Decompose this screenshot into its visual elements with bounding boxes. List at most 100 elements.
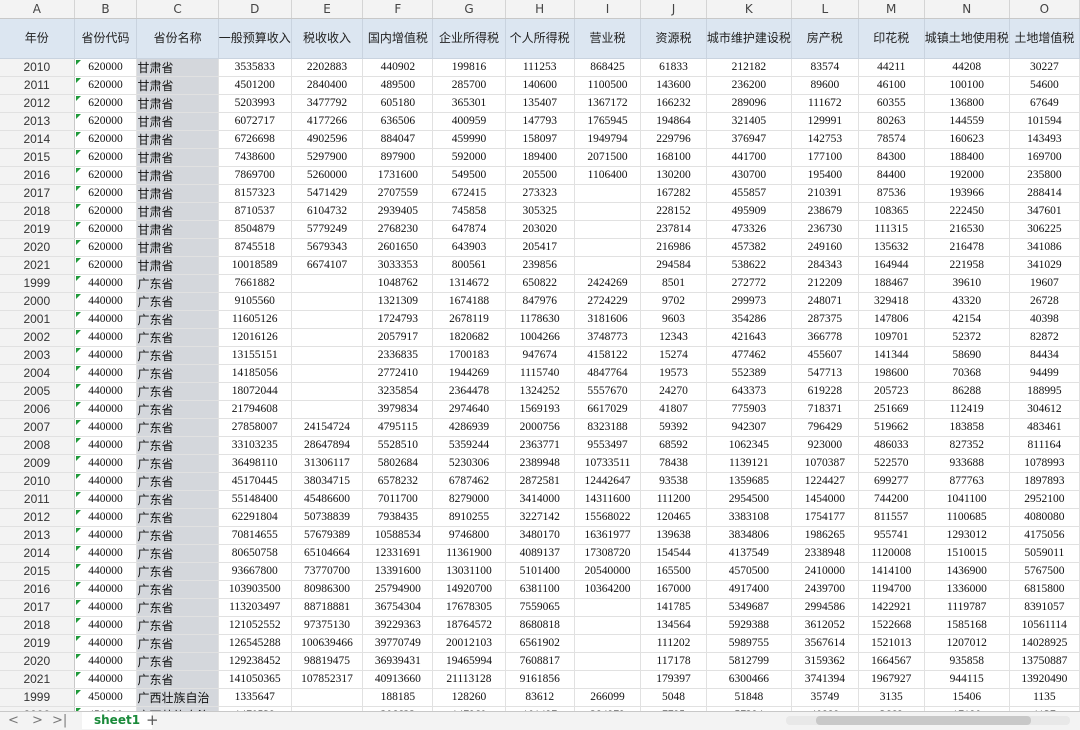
data-cell[interactable]: 14920700	[432, 580, 506, 599]
data-cell[interactable]: 1224427	[791, 472, 859, 491]
data-cell[interactable]: 65104664	[291, 544, 364, 563]
data-cell[interactable]: 4795115	[362, 418, 434, 437]
data-cell[interactable]: 9553497	[574, 436, 642, 455]
data-cell[interactable]: 192000	[924, 166, 1010, 185]
data-cell[interactable]: 620000	[74, 202, 138, 221]
data-cell[interactable]: 183858	[924, 418, 1010, 437]
column-letter-k[interactable]: K	[706, 0, 792, 19]
data-cell[interactable]: 2012	[0, 508, 75, 527]
data-cell[interactable]: 1436900	[924, 562, 1010, 581]
field-header-cell[interactable]: 税收收入	[291, 18, 364, 59]
data-cell[interactable]: 235800	[1009, 166, 1080, 185]
data-cell[interactable]: 5528510	[362, 436, 434, 455]
data-cell[interactable]: 78574	[858, 130, 925, 149]
data-cell[interactable]: 2954500	[706, 490, 792, 509]
data-cell[interactable]: 744200	[858, 490, 925, 509]
data-cell[interactable]: 1700183	[432, 346, 506, 365]
data-cell[interactable]: 甘肃省	[136, 112, 219, 131]
data-cell[interactable]: 440000	[74, 490, 138, 509]
data-cell[interactable]: 1664567	[858, 652, 925, 671]
data-cell[interactable]: 1585168	[924, 616, 1010, 635]
data-cell[interactable]: 495909	[706, 202, 792, 221]
data-cell[interactable]: 1178630	[505, 310, 575, 329]
data-cell[interactable]: 广东省	[136, 580, 219, 599]
data-cell[interactable]: 3135	[858, 688, 925, 707]
data-cell[interactable]: 31306117	[291, 454, 364, 473]
data-cell[interactable]: 广东省	[136, 490, 219, 509]
data-cell[interactable]: 7869700	[218, 166, 292, 185]
data-cell[interactable]: 718371	[791, 400, 859, 419]
data-cell[interactable]: 2014	[0, 544, 75, 563]
data-cell[interactable]: 1897893	[1009, 472, 1080, 491]
data-cell[interactable]: 6787462	[432, 472, 506, 491]
field-header-cell[interactable]: 资源税	[640, 18, 707, 59]
data-cell[interactable]: 60355	[858, 94, 925, 113]
data-cell[interactable]: 2006	[0, 400, 75, 419]
data-cell[interactable]: 1207012	[924, 634, 1010, 653]
data-cell[interactable]: 1414100	[858, 562, 925, 581]
data-cell[interactable]: 6815800	[1009, 580, 1080, 599]
data-cell[interactable]: 205417	[505, 238, 575, 257]
data-cell[interactable]: 440000	[74, 526, 138, 545]
data-cell[interactable]: 141344	[858, 346, 925, 365]
data-cell[interactable]: 775903	[706, 400, 792, 419]
data-cell[interactable]: 672415	[432, 184, 506, 203]
data-cell[interactable]: 1062345	[706, 436, 792, 455]
data-cell[interactable]: 440000	[74, 346, 138, 365]
data-cell[interactable]: 2336835	[362, 346, 434, 365]
data-cell[interactable]: 440000	[74, 472, 138, 491]
data-cell[interactable]: 160623	[924, 130, 1010, 149]
data-cell[interactable]: 5297900	[291, 148, 364, 167]
data-cell[interactable]: 13031100	[432, 562, 506, 581]
data-cell[interactable]: 39770749	[362, 634, 434, 653]
data-cell[interactable]: 1070387	[791, 454, 859, 473]
data-cell[interactable]	[291, 328, 364, 347]
data-cell[interactable]: 113203497	[218, 598, 292, 617]
data-cell[interactable]: 128260	[432, 688, 506, 707]
data-cell[interactable]: 198600	[858, 364, 925, 383]
data-cell[interactable]: 广东省	[136, 436, 219, 455]
data-cell[interactable]: 4137549	[706, 544, 792, 563]
data-cell[interactable]	[291, 400, 364, 419]
data-cell[interactable]	[574, 220, 642, 239]
data-cell[interactable]: 2020	[0, 238, 75, 257]
data-cell[interactable]	[574, 616, 642, 635]
data-cell[interactable]: 83612	[505, 688, 575, 707]
data-cell[interactable]: 5048	[640, 688, 707, 707]
data-cell[interactable]: 2015	[0, 562, 75, 581]
data-cell[interactable]: 947674	[505, 346, 575, 365]
data-cell[interactable]: 1949794	[574, 130, 642, 149]
data-cell[interactable]: 897900	[362, 148, 434, 167]
data-cell[interactable]: 10018589	[218, 256, 292, 275]
data-cell[interactable]: 2601650	[362, 238, 434, 257]
data-cell[interactable]: 188400	[924, 148, 1010, 167]
data-cell[interactable]: 2017	[0, 184, 75, 203]
data-cell[interactable]: 440000	[74, 670, 138, 689]
column-letter-h[interactable]: H	[505, 0, 575, 19]
data-cell[interactable]	[291, 382, 364, 401]
data-cell[interactable]: 8745518	[218, 238, 292, 257]
column-letter-l[interactable]: L	[791, 0, 859, 19]
data-cell[interactable]: 40913660	[362, 670, 434, 689]
data-cell[interactable]: 21794608	[218, 400, 292, 419]
data-cell[interactable]: 10588534	[362, 526, 434, 545]
data-cell[interactable]: 甘肃省	[136, 166, 219, 185]
data-cell[interactable]: 847976	[505, 292, 575, 311]
data-cell[interactable]: 101594	[1009, 112, 1080, 131]
data-cell[interactable]: 1139121	[706, 454, 792, 473]
data-cell[interactable]: 5101400	[505, 562, 575, 581]
data-cell[interactable]	[291, 310, 364, 329]
data-cell[interactable]: 1100685	[924, 508, 1010, 527]
data-cell[interactable]: 1106400	[574, 166, 642, 185]
scrollbar-thumb[interactable]	[816, 716, 1031, 725]
horizontal-scrollbar[interactable]	[770, 716, 1070, 725]
data-cell[interactable]: 1048762	[362, 274, 434, 293]
data-cell[interactable]: 440902	[362, 58, 434, 77]
data-cell[interactable]: 2678119	[432, 310, 506, 329]
data-cell[interactable]: 1986265	[791, 526, 859, 545]
data-cell[interactable]: 2057917	[362, 328, 434, 347]
data-cell[interactable]: 73770700	[291, 562, 364, 581]
data-cell[interactable]: 141050365	[218, 670, 292, 689]
field-header-cell[interactable]: 企业所得税	[432, 18, 506, 59]
data-cell[interactable]: 14311600	[574, 490, 642, 509]
